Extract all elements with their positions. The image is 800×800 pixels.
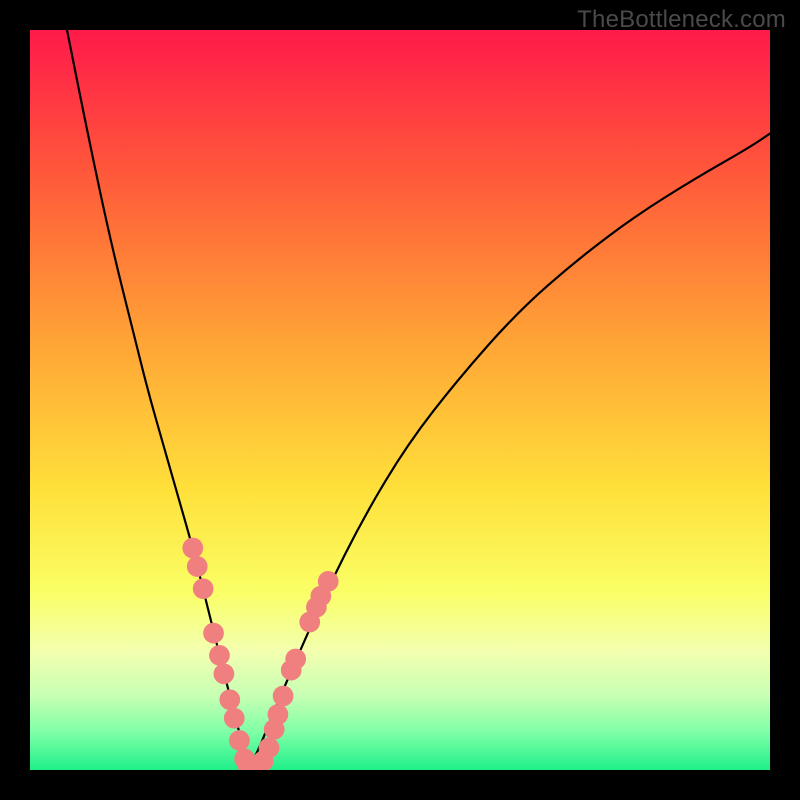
data-point [182,538,203,559]
watermark-text: TheBottleneck.com [577,6,786,34]
data-point [318,571,339,592]
data-point [259,737,280,758]
data-point [219,689,240,710]
data-point [209,645,230,666]
bottleneck-chart [30,30,770,770]
chart-background [30,30,770,770]
data-point [285,649,306,670]
data-point [203,623,224,644]
data-point [224,708,245,729]
data-point [214,663,235,684]
data-point [273,686,294,707]
chart-frame: TheBottleneck.com [0,0,800,800]
data-point [187,556,208,577]
data-point [193,578,214,599]
data-point [268,704,289,725]
data-point [229,730,250,751]
